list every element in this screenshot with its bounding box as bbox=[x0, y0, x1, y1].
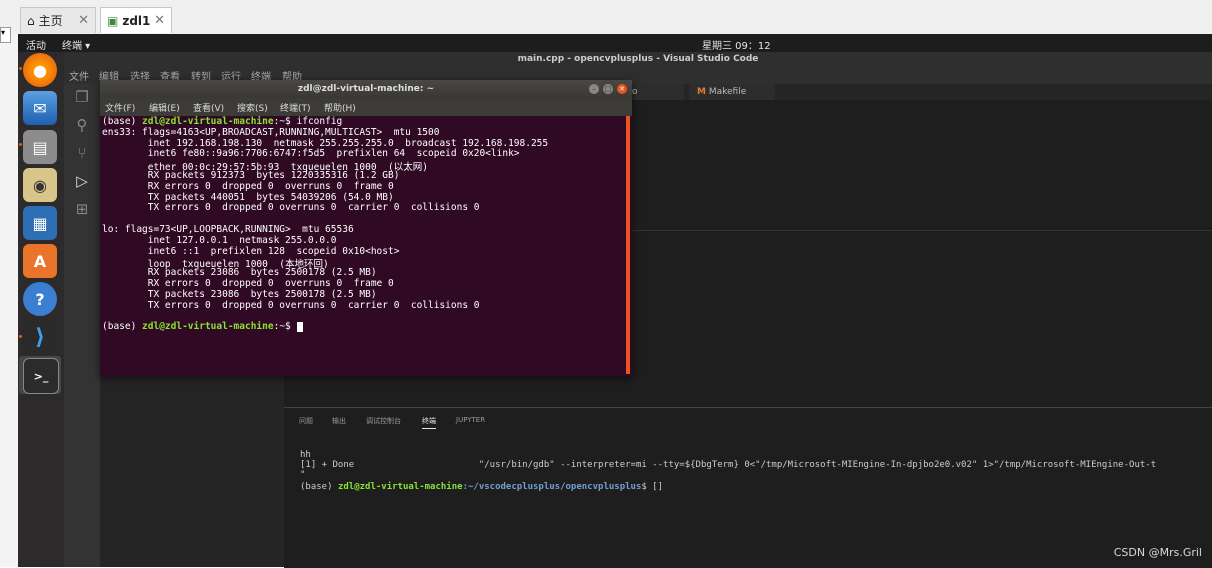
editor-tab[interactable]: o bbox=[624, 84, 684, 100]
running-indicator bbox=[19, 335, 22, 338]
vm-icon: ▣ bbox=[107, 13, 119, 28]
bottom-panel: 问题 输出 调试控制台 终端 JUPYTER hh [1] + Done "/u… bbox=[284, 407, 1212, 568]
text-cursor bbox=[296, 321, 303, 332]
host-left-strip bbox=[0, 34, 19, 567]
command-text: ifconfig bbox=[296, 116, 343, 127]
panel-tab-debug-console[interactable]: 调试控制台 bbox=[366, 416, 401, 426]
output-line: ens33: flags=4163<UP,BROADCAST,RUNNING,M… bbox=[102, 126, 440, 138]
panel-prompt[interactable]: (base) zdl@zdl-virtual-machine:~/vscodec… bbox=[300, 482, 663, 492]
prompt-user: zdl@zdl-virtual-machine bbox=[142, 321, 274, 333]
prompt-user: zdl@zdl-virtual-machine bbox=[337, 482, 463, 492]
software-icon[interactable]: A bbox=[23, 244, 57, 278]
menu-file[interactable]: 文件 bbox=[69, 68, 89, 83]
close-icon[interactable]: ✕ bbox=[78, 13, 89, 28]
search-icon[interactable]: ⚲ bbox=[72, 116, 92, 136]
prompt-user: zdl@zdl-virtual-machine bbox=[142, 116, 274, 127]
output-line: TX errors 0 dropped 0 overruns 0 carrier… bbox=[102, 299, 480, 311]
prompt-line: (base) zdl@zdl-virtual-machine:~$ ifconf… bbox=[102, 116, 342, 127]
host-tab-bar: ⌂ 主页 ✕ ▣ zdl1 ✕ bbox=[0, 0, 1212, 35]
terminal-output[interactable]: (base) zdl@zdl-virtual-machine:~$ ifconf… bbox=[102, 116, 626, 374]
term-menu-search[interactable]: 搜索(S) bbox=[237, 101, 268, 114]
output-line: inet6 ::1 prefixlen 128 scopeid 0x10<hos… bbox=[102, 245, 400, 257]
terminal-title: zdl@zdl-virtual-machine: ~ bbox=[100, 80, 632, 98]
prompt-tail: :~$ bbox=[273, 116, 297, 127]
minimize-button[interactable]: – bbox=[589, 84, 599, 94]
terminal-app-menu[interactable]: 终端 ▾ bbox=[62, 37, 90, 52]
term-menu-terminal[interactable]: 终端(T) bbox=[280, 101, 311, 114]
output-line: TX errors 0 dropped 0 overruns 0 carrier… bbox=[102, 202, 480, 214]
help-icon[interactable]: ? bbox=[23, 282, 57, 316]
dropdown-arrow-icon[interactable]: ▾ bbox=[0, 27, 11, 43]
vscode-title: main.cpp - opencvplusplus - Visual Studi… bbox=[64, 52, 1212, 66]
prompt-path: :~/vscodecplusplus/opencvplusplus bbox=[462, 482, 642, 492]
writer-icon[interactable]: ▦ bbox=[23, 206, 57, 240]
run-debug-icon[interactable]: ▷ bbox=[72, 172, 92, 192]
home-icon: ⌂ bbox=[27, 13, 35, 28]
firefox-icon[interactable]: ● bbox=[23, 53, 57, 87]
prompt-base: (base) bbox=[102, 321, 143, 333]
tab-label: Makefile bbox=[708, 87, 747, 97]
host-tab-vm[interactable]: ▣ zdl1 ✕ bbox=[100, 7, 172, 33]
editor-tab-makefile[interactable]: M Makefile bbox=[689, 84, 775, 100]
extensions-icon[interactable]: ⊞ bbox=[72, 200, 92, 220]
host-tab-label: zdl1 bbox=[122, 13, 151, 28]
output-line: lo: flags=73<UP,LOOPBACK,RUNNING> mtu 65… bbox=[102, 224, 354, 235]
term-menu-edit[interactable]: 编辑(E) bbox=[149, 101, 180, 114]
panel-line: hh bbox=[300, 450, 311, 460]
ubuntu-top-panel: 活动 终端 ▾ 星期三 09：12 bbox=[18, 34, 1212, 52]
explorer-icon[interactable]: ❐ bbox=[72, 88, 92, 108]
panel-line: " bbox=[300, 470, 306, 480]
rhythmbox-icon[interactable]: ◉ bbox=[23, 168, 57, 202]
panel-tab-problems[interactable]: 问题 bbox=[299, 416, 313, 426]
panel-tab-jupyter[interactable]: JUPYTER bbox=[456, 416, 485, 424]
output-line: inet 127.0.0.1 netmask 255.0.0.0 bbox=[102, 234, 337, 246]
source-control-icon[interactable]: ⑂ bbox=[72, 144, 92, 164]
panel-line: [1] + Done "/usr/bin/gdb" --interpreter=… bbox=[300, 460, 1157, 470]
terminal-menu-bar: 文件(F) 编辑(E) 查看(V) 搜索(S) 终端(T) 帮助(H) bbox=[100, 98, 632, 116]
prompt-line: (base) zdl@zdl-virtual-machine:~$ bbox=[102, 321, 303, 332]
prompt-base: (base) bbox=[300, 482, 338, 492]
running-indicator bbox=[19, 67, 22, 70]
close-icon[interactable]: ✕ bbox=[154, 13, 165, 28]
output-line: TX packets 440051 bytes 54039206 (54.0 M… bbox=[102, 191, 394, 203]
watermark: CSDN @Mrs.Gril bbox=[1113, 546, 1202, 559]
activities-button[interactable]: 活动 bbox=[26, 37, 46, 52]
close-button[interactable]: ✕ bbox=[617, 84, 627, 94]
running-indicator bbox=[19, 143, 22, 146]
output-line: TX packets 23086 bytes 2500178 (2.5 MB) bbox=[102, 288, 377, 300]
makefile-icon: M bbox=[697, 87, 706, 97]
output-line: RX errors 0 dropped 0 overruns 0 frame 0 bbox=[102, 278, 394, 289]
host-tab-home[interactable]: ⌂ 主页 ✕ bbox=[20, 7, 96, 33]
vscode-icon[interactable]: ⟩ bbox=[23, 320, 57, 354]
term-menu-view[interactable]: 查看(V) bbox=[193, 101, 224, 114]
clock[interactable]: 星期三 09：12 bbox=[702, 37, 771, 52]
thunderbird-icon[interactable]: ✉ bbox=[23, 91, 57, 125]
term-menu-file[interactable]: 文件(F) bbox=[105, 101, 135, 114]
terminal-scrollbar[interactable] bbox=[626, 116, 630, 374]
output-line: inet6 fe80::9a96:7706:6747:f5d5 prefixle… bbox=[102, 148, 520, 160]
prompt-tail: :~$ bbox=[273, 321, 297, 333]
terminal-window: zdl@zdl-virtual-machine: ~ – □ ✕ 文件(F) 编… bbox=[100, 80, 632, 376]
output-line: RX packets 23086 bytes 2500178 (2.5 MB) bbox=[102, 267, 377, 279]
maximize-button[interactable]: □ bbox=[603, 84, 613, 94]
terminal-icon[interactable]: >_ bbox=[23, 358, 59, 394]
ubuntu-dock: ● ✉ ▤ ◉ ▦ A ? ⟩ >_ bbox=[18, 52, 64, 567]
prompt-base: (base) bbox=[102, 116, 143, 127]
output-line: inet 192.168.198.130 netmask 255.255.255… bbox=[102, 137, 549, 149]
host-tab-label: 主页 bbox=[38, 14, 63, 28]
panel-tab-terminal[interactable]: 终端 bbox=[422, 416, 436, 429]
files-icon[interactable]: ▤ bbox=[23, 130, 57, 164]
term-menu-help[interactable]: 帮助(H) bbox=[324, 101, 356, 114]
panel-tab-output[interactable]: 输出 bbox=[332, 416, 346, 426]
output-line: RX packets 912373 bytes 1220335316 (1.2 … bbox=[102, 170, 400, 181]
prompt-end: $ [] bbox=[641, 482, 664, 492]
activity-bar: ❐ ⚲ ⑂ ▷ ⊞ bbox=[64, 84, 100, 567]
output-line: RX errors 0 dropped 0 overruns 0 frame 0 bbox=[102, 180, 394, 192]
